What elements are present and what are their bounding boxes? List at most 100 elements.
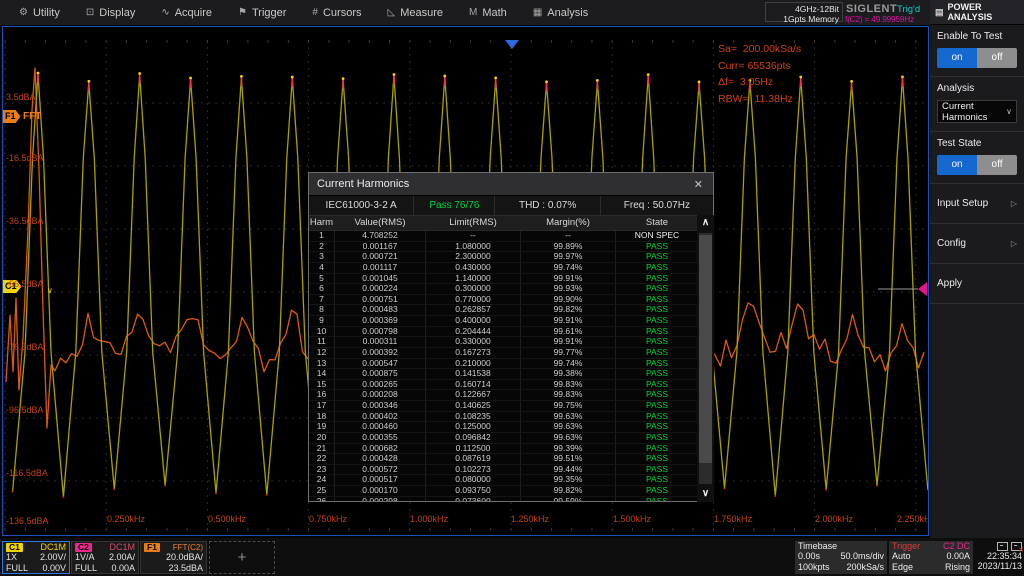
col-value: Value(RMS) — [335, 216, 426, 230]
harmonic-row[interactable]: 50.0010451.14000099.91%PASS — [309, 274, 698, 285]
harmonic-row[interactable]: 90.0003690.40000099.91%PASS — [309, 316, 698, 327]
oscilloscope-app: ⚙Utility ⊡ Display ∿Acquire ⚑ Trigger # Cursors… — [0, 0, 1024, 576]
harmonic-row[interactable]: 210.0006820.11250099.39%PASS — [309, 444, 698, 455]
cursors-icon: # — [312, 7, 318, 18]
menu-item-cursors[interactable]: # Cursors — [299, 0, 374, 25]
test-state-off-button[interactable]: off — [977, 155, 1017, 175]
enable-off-button[interactable]: off — [977, 48, 1017, 68]
system-info-line2: 1Gpts Memory — [766, 14, 839, 24]
plus-icon: + — [238, 549, 247, 566]
table-header: Harm Value(RMS) Limit(RMS) Margin(%) Sta… — [309, 216, 698, 231]
f1-fft-label: FFT — [23, 111, 41, 122]
harmonic-row[interactable]: 30.0007212.30000099.97%PASS — [309, 252, 698, 263]
timebase-box[interactable]: Timebase 0.00s50.0ms/div 100kpts200kSa/s — [795, 541, 887, 574]
test-state-on-button[interactable]: on — [937, 155, 977, 175]
harmonic-row[interactable]: 130.0005470.21000099.74%PASS — [309, 359, 698, 370]
analysis-select[interactable]: Current Harmonics ∨ — [937, 100, 1017, 123]
harmonic-row[interactable]: 140.0008750.14153899.38%PASS — [309, 369, 698, 380]
harmonic-row[interactable]: 230.0005720.10227399.44%PASS — [309, 465, 698, 476]
harmonic-row[interactable]: 220.0004280.08761999.51%PASS — [309, 454, 698, 465]
harmonics-table: 14.708252----NON SPEC20.0011671.08000099… — [309, 231, 698, 501]
harmonic-row[interactable]: 170.0003460.14062599.75%PASS — [309, 401, 698, 412]
acquire-wave-icon: ∿ — [161, 7, 169, 18]
menu-item-display[interactable]: ⊡ Display — [73, 0, 148, 25]
scroll-track[interactable] — [699, 233, 712, 484]
harmonic-row[interactable]: 250.0001700.09375099.82%PASS — [309, 486, 698, 497]
col-limit: Limit(RMS) — [426, 216, 521, 230]
scroll-thumb[interactable] — [699, 235, 712, 463]
menu-item-trigger[interactable]: ⚑ Trigger — [225, 0, 299, 25]
date: 2023/11/13 — [975, 561, 1022, 571]
harmonic-row[interactable]: 70.0007510.77000099.90%PASS — [309, 295, 698, 306]
harmonic-row[interactable]: 40.0011170.43000099.74%PASS — [309, 263, 698, 274]
clock: 22:35:34 2023/11/13 — [975, 541, 1022, 574]
harmonic-row[interactable]: 240.0005170.08000099.35%PASS — [309, 475, 698, 486]
current-harmonics-dialog: Current Harmonics ✕ IEC61000-3-2 A Pass … — [308, 172, 714, 502]
system-info: 4GHz-12Bit 1Gpts Memory — [765, 2, 843, 22]
scrollbar[interactable]: ∧ ∨ — [697, 215, 714, 502]
chevron-down-icon: ∨ — [1006, 107, 1012, 116]
harmonic-row[interactable]: 180.0004020.10823599.63%PASS — [309, 412, 698, 423]
c1-channel-box[interactable]: C1DC1M 1X2.00V/ FULL0.00V — [2, 541, 70, 574]
c2-badge: C2 — [75, 543, 92, 552]
fft-info: Sa= 200.00kSa/sCurr= 65536ptsΔf= 3.05HzR… — [718, 41, 801, 107]
frequency-readout: f(C2) = 49.99959Hz — [845, 14, 914, 24]
harmonic-row[interactable]: 260.0002980.07360099.59%PASS — [309, 497, 698, 501]
f1-math-box[interactable]: F1FFT(C2) 20.0dBA/ 23.5dBA — [140, 541, 207, 574]
harmonic-row[interactable]: 200.0003550.09684299.63%PASS — [309, 433, 698, 444]
harmonic-row[interactable]: 190.0004600.12500099.63%PASS — [309, 422, 698, 433]
apply-button[interactable]: Apply — [930, 264, 1024, 304]
submenu-arrow-icon: ▷ — [1011, 239, 1017, 248]
harmonic-row[interactable]: 120.0003920.16727399.77%PASS — [309, 348, 698, 359]
enable-to-test-label: Enable To Test — [937, 31, 1017, 42]
trigger-box[interactable]: TriggerC2 DC Auto0.00A EdgeRising — [889, 541, 973, 574]
scroll-down-icon[interactable]: ∨ — [697, 486, 714, 502]
panel-title: POWER ANALYSIS — [948, 2, 1024, 22]
enable-toggle: on off — [937, 48, 1017, 68]
input-setup-button[interactable]: Input Setup ▷ — [930, 184, 1024, 224]
lan-disconnected-icon — [1011, 542, 1022, 551]
menu-item-measure[interactable]: ◺Measure — [375, 0, 457, 25]
harmonic-row[interactable]: 160.0002080.12266799.83%PASS — [309, 390, 698, 401]
trigger-flag-icon: ⚑ — [238, 7, 247, 18]
dialog-titlebar[interactable]: Current Harmonics ✕ — [309, 173, 713, 196]
menu-item-analysis[interactable]: ▦ Analysis — [520, 0, 601, 25]
col-margin: Margin(%) — [521, 216, 616, 230]
enable-on-button[interactable]: on — [937, 48, 977, 68]
menu-item-label: Display — [99, 7, 135, 19]
menu-item-math[interactable]: MMath — [456, 0, 520, 25]
harmonic-row[interactable]: 60.0002240.30000099.93%PASS — [309, 284, 698, 295]
system-info-line1: 4GHz-12Bit — [766, 4, 839, 14]
dialog-title: Current Harmonics — [317, 178, 409, 190]
menu-item-label: Cursors — [323, 7, 362, 19]
harmonic-row[interactable]: 14.708252----NON SPEC — [309, 231, 698, 242]
menu-item-acquire[interactable]: ∿Acquire — [148, 0, 225, 25]
harmonic-row[interactable]: 110.0003110.33000099.91%PASS — [309, 337, 698, 348]
pass-summary: Pass 76/76 — [414, 196, 495, 215]
menu-item-label: Analysis — [547, 7, 588, 19]
harmonic-row[interactable]: 100.0007980.20444499.61%PASS — [309, 327, 698, 338]
analysis-chart-icon: ▦ — [533, 7, 542, 18]
scroll-up-icon[interactable]: ∧ — [697, 215, 714, 231]
col-state: State — [616, 216, 698, 230]
close-icon[interactable]: ✕ — [692, 178, 705, 191]
gear-icon: ⚙ — [19, 7, 28, 18]
f1-badge: F1 — [144, 543, 160, 552]
power-analysis-panel: ▤ POWER ANALYSIS Enable To Test on off A… — [930, 0, 1024, 576]
lan-icon — [997, 542, 1008, 551]
test-state-label: Test State — [937, 138, 1017, 149]
harmonic-row[interactable]: 150.0002650.16071499.83%PASS — [309, 380, 698, 391]
time: 22:35:34 — [975, 551, 1022, 561]
menu-item-utility[interactable]: ⚙Utility — [6, 0, 73, 25]
menu-item-label: Trigger — [252, 7, 286, 19]
display-icon: ⊡ — [86, 7, 94, 18]
add-channel-button[interactable]: + — [209, 541, 275, 574]
c2-channel-box[interactable]: C2DC1M 1V/A2.00A/ FULL0.00A — [71, 541, 139, 574]
c1-ground-marker: ∨ — [47, 286, 53, 295]
c1-badge: C1 — [6, 543, 23, 552]
dialog-summary-row: IEC61000-3-2 A Pass 76/76 THD : 0.07% Fr… — [309, 196, 713, 216]
config-button[interactable]: Config ▷ — [930, 224, 1024, 264]
harmonic-row[interactable]: 20.0011671.08000099.89%PASS — [309, 242, 698, 253]
test-state-toggle: on off — [937, 155, 1017, 175]
harmonic-row[interactable]: 80.0004830.26285799.82%PASS — [309, 305, 698, 316]
